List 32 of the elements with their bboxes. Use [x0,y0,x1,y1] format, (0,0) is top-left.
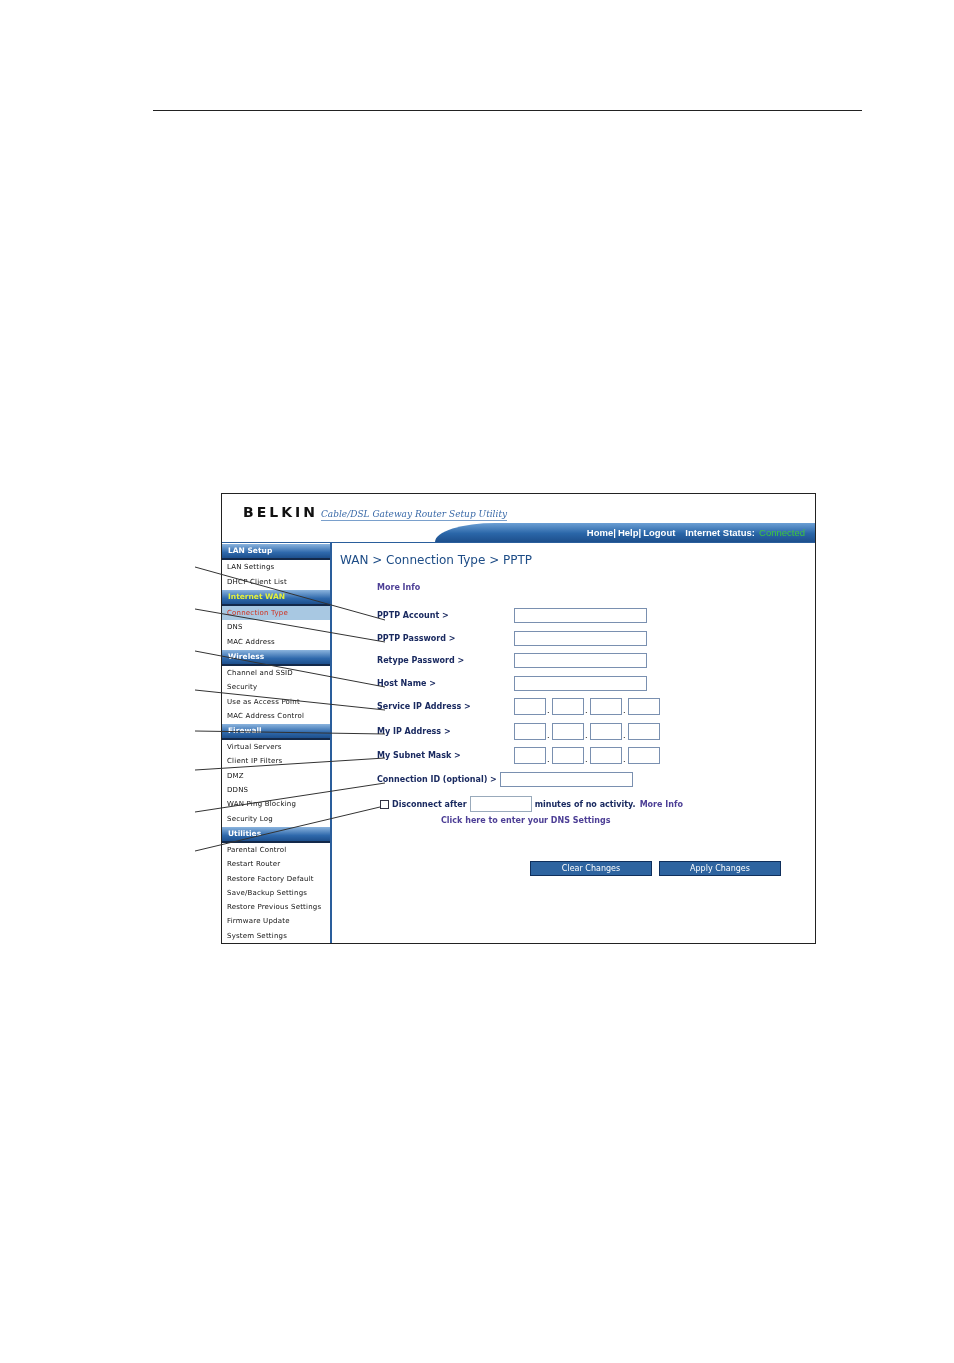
more-info-link[interactable]: More Info [639,799,683,809]
brand-logo: BELKIN [243,504,318,520]
field-label: Host Name > [377,678,437,688]
separator-dot: . [585,756,589,765]
field-suffix: minutes of no activity. [534,799,636,809]
field-label: Retype Password > [377,656,466,666]
field-label: PPTP Password > [377,633,457,643]
separator-dot: . [585,707,589,716]
field-label: My Subnet Mask > [377,751,462,761]
action-button[interactable]: Apply Changes [659,861,781,877]
dns-settings-link[interactable]: Click here to enter your DNS Settings [441,816,611,826]
nav-link[interactable]: Help| [617,527,642,539]
field-label: My IP Address > [377,726,452,736]
more-info-link[interactable]: More Info [377,583,421,593]
separator-dot: . [623,731,627,740]
field-label: PPTP Account > [377,611,450,621]
action-button[interactable]: Clear Changes [530,861,652,877]
field-label: Service IP Address > [377,702,472,712]
checkbox-label: Disconnect after [392,799,467,809]
separator-dot: . [547,756,551,765]
separator-dot: . [547,707,551,716]
status-value: Connected [759,527,805,539]
status-label: Internet Status: [685,527,756,539]
nav-link[interactable]: Home| [586,527,616,539]
page-title: WAN > Connection Type > PPTP [340,553,533,568]
field-label: Connection ID (optional) > [377,774,497,784]
tagline: Cable/DSL Gateway Router Setup Utility [320,509,508,521]
separator-dot: . [585,731,589,740]
separator-dot: . [623,756,627,765]
separator-dot: . [547,731,551,740]
nav-link[interactable]: Logout [643,527,676,539]
separator-dot: . [623,707,627,716]
